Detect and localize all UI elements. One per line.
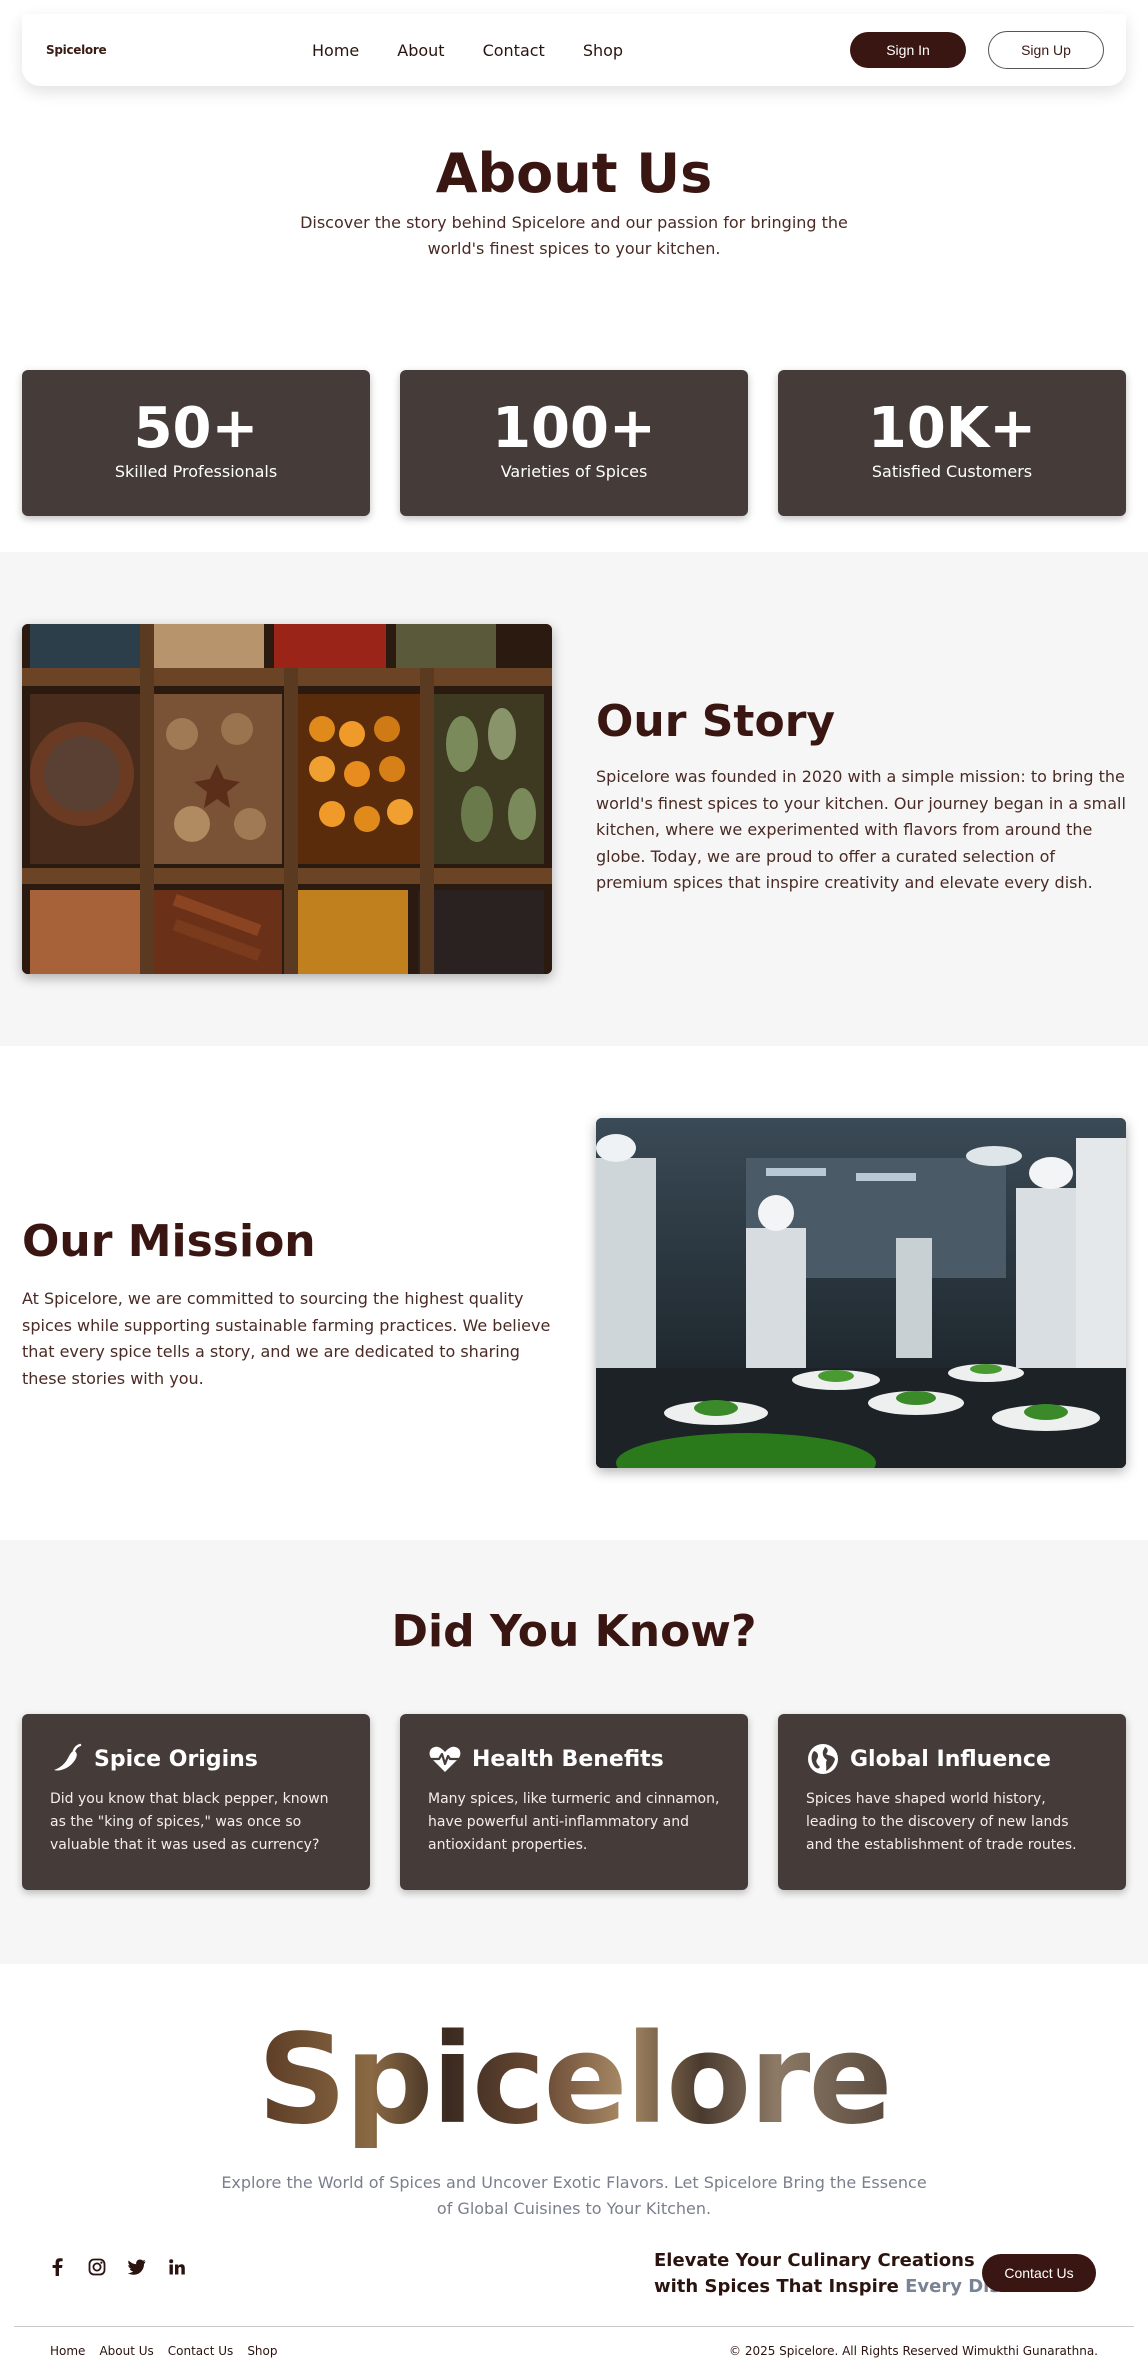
twitter-icon[interactable] — [128, 2258, 146, 2276]
page-subtitle: Discover the story behind Spicelore and … — [300, 213, 848, 258]
cta-line-2-text: with Spices That Inspire — [654, 2276, 906, 2297]
site-header: Spicelore Home About Contact Shop Sign I… — [22, 14, 1126, 86]
mission-text: At Spicelore, we are committed to sourci… — [22, 1289, 551, 1388]
fact-text: Spices have shaped world history, leadin… — [806, 1791, 1077, 1853]
mission-title: Our Mission — [22, 1216, 316, 1267]
stat-card: 100+ Varieties of Spices — [400, 370, 748, 516]
stat-card: 50+ Skilled Professionals — [22, 370, 370, 516]
linkedin-icon[interactable] — [168, 2258, 186, 2276]
stat-label: Skilled Professionals — [114, 462, 278, 481]
sign-up-button[interactable]: Sign Up — [988, 31, 1104, 69]
cta-line-2: with Spices That Inspire Every Dish — [654, 2274, 1013, 2300]
contact-us-button[interactable]: Contact Us — [982, 2254, 1096, 2292]
story-title: Our Story — [596, 696, 836, 747]
fact-text: Many spices, like turmeric and cinnamon,… — [428, 1791, 720, 1853]
globe-icon — [806, 1742, 840, 1776]
nav-contact[interactable]: Contact — [483, 41, 545, 60]
fact-title: Health Benefits — [472, 1746, 664, 1772]
sign-in-button[interactable]: Sign In — [850, 32, 966, 68]
fact-title: Global Influence — [850, 1746, 1051, 1772]
pepper-icon — [50, 1742, 84, 1776]
stat-value: 50+ — [133, 396, 259, 461]
footer-link-home[interactable]: Home — [50, 2344, 85, 2358]
footer-brand-text: Spicelore — [257, 2008, 892, 2152]
story-text: Spicelore was founded in 2020 with a sim… — [596, 767, 1126, 892]
fact-title: Spice Origins — [94, 1746, 258, 1772]
fact-text: Did you know that black pepper, known as… — [50, 1791, 329, 1853]
nav-home[interactable]: Home — [312, 41, 359, 60]
footer-link-shop[interactable]: Shop — [247, 2344, 277, 2358]
nav-shop[interactable]: Shop — [583, 41, 623, 60]
fact-card: Spice Origins Did you know that black pe… — [22, 1714, 370, 1890]
footer-brand: Spicelore — [0, 2010, 1148, 2150]
instagram-icon[interactable] — [88, 2258, 106, 2276]
nav-about[interactable]: About — [397, 41, 444, 60]
page-title: About Us — [435, 142, 713, 205]
stat-value: 100+ — [492, 396, 656, 461]
footer-link-contact[interactable]: Contact Us — [168, 2344, 234, 2358]
footer-tagline: Explore the World of Spices and Uncover … — [221, 2173, 927, 2218]
stat-value: 10K+ — [867, 396, 1037, 461]
stat-label: Satisfied Customers — [871, 462, 1033, 481]
main-nav: Home About Contact Shop — [312, 41, 661, 60]
fact-card: Global Influence Spices have shaped worl… — [778, 1714, 1126, 1890]
stat-card: 10K+ Satisfied Customers — [778, 370, 1126, 516]
stat-label: Varieties of Spices — [500, 462, 648, 481]
facebook-icon[interactable] — [48, 2258, 66, 2276]
copyright: © 2025 Spicelore. All Rights Reserved Wi… — [729, 2344, 1098, 2358]
footer-links: Home About Us Contact Us Shop — [50, 2344, 278, 2358]
footer-divider — [14, 2326, 1134, 2327]
footer-link-about[interactable]: About Us — [99, 2344, 153, 2358]
heart-pulse-icon — [428, 1742, 462, 1776]
logo[interactable]: Spicelore — [46, 43, 107, 57]
social-links — [48, 2258, 186, 2276]
spice-rack-image — [22, 624, 552, 974]
footer-cta: Elevate Your Culinary Creations with Spi… — [654, 2248, 1013, 2300]
kitchen-image — [596, 1118, 1126, 1468]
facts-title: Did You Know? — [391, 1606, 757, 1657]
cta-line-1: Elevate Your Culinary Creations — [654, 2250, 975, 2271]
fact-card: Health Benefits Many spices, like turmer… — [400, 1714, 748, 1890]
